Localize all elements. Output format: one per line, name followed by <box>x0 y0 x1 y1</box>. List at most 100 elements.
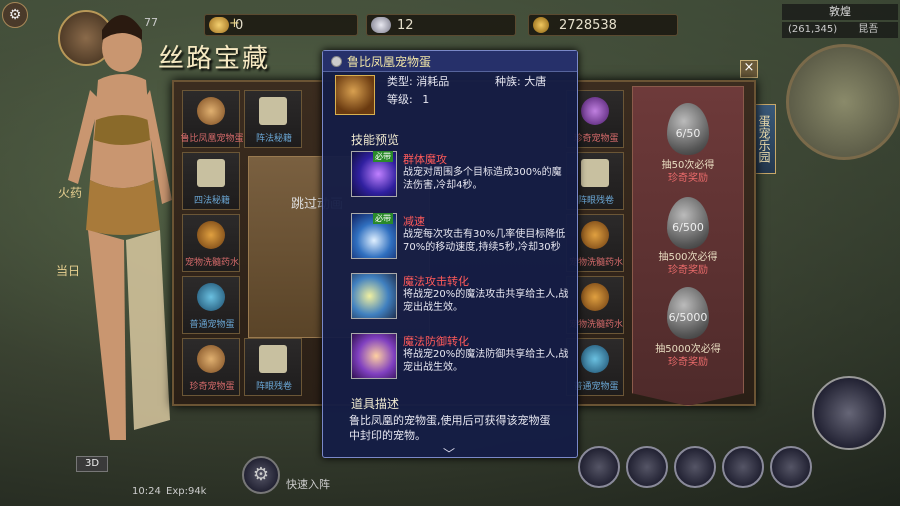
tier-count: 6/500 <box>672 221 704 234</box>
egg-item-icon <box>197 345 225 373</box>
potion-item-icon <box>197 221 225 249</box>
item-slot-label: 四法秘籍 <box>193 196 230 206</box>
tier-line1: 抽5000次必得 <box>655 344 721 355</box>
attack-button[interactable] <box>812 376 886 450</box>
skill-name: 魔法防御转化 <box>403 335 469 348</box>
item-slot[interactable]: 珍奇宠物蛋 <box>182 338 240 396</box>
skill-desc: 战宠每次攻击有30%几率使目标降低70%的移动速度,持续5秒,冷却30秒 <box>403 229 566 253</box>
item-slot[interactable]: 普通宠物蛋 <box>182 276 240 334</box>
magic-attack-transfer-icon <box>351 273 397 319</box>
tier-line2: 珍奇奖励 <box>668 357 708 368</box>
pet-park-tab-label: 蛋宠乐园 <box>757 115 771 163</box>
gold-ingot-icon <box>209 17 229 33</box>
item-type: 类型: 消耗品 <box>387 73 449 89</box>
tooltip-header: 鲁比凤凰宠物蛋 <box>323 51 577 72</box>
settings-gear-icon[interactable]: ⚙ <box>242 456 280 494</box>
tier-count: 6/5000 <box>668 311 708 324</box>
item-slot[interactable]: 宠物洗髓药水 <box>182 214 240 272</box>
item-name: 鲁比凤凰宠物蛋 <box>347 55 432 69</box>
skill-name: 减速 <box>403 215 425 228</box>
item-slot[interactable]: 阵眼残卷 <box>244 338 302 396</box>
zone-name-bar: 敦煌 <box>782 4 898 20</box>
egg-item-icon <box>581 345 609 373</box>
tier-line2: 珍奇奖励 <box>668 265 708 276</box>
skill-name: 魔法攻击转化 <box>403 275 469 288</box>
level-value: 1 <box>422 93 430 106</box>
gold-ingot-counter: + 0 <box>204 14 358 36</box>
skill-name: 群体魔攻 <box>403 153 447 166</box>
item-slot-label: 阵法秘籍 <box>255 134 292 144</box>
chevron-down-icon[interactable]: ﹀ <box>443 445 455 462</box>
close-button[interactable]: × <box>740 60 758 78</box>
item-slot[interactable]: 鲁比凤凰宠物蛋 <box>180 90 244 148</box>
item-slot-label: 普通宠物蛋 <box>189 320 235 330</box>
coords: (261,345) <box>788 24 838 35</box>
item-slot[interactable]: 四法秘籍 <box>182 152 240 210</box>
potion-item-icon <box>581 283 609 311</box>
skill-desc: 将战宠20%的魔法攻击共享给主人,战宠出战生效。 <box>403 289 569 313</box>
coin-counter: 2728538 <box>528 14 678 36</box>
silver-ingot-counter: 12 <box>366 14 516 36</box>
item-icon <box>335 75 375 115</box>
zone-name: 敦煌 <box>829 5 851 18</box>
skill-section-title: 技能预览 <box>351 133 400 147</box>
coords-bar: (261,345) 昆吾 <box>782 22 898 38</box>
item-slot-label: 鲁比凤凰宠物蛋 <box>180 134 244 144</box>
item-description: 鲁比凤凰的宠物蛋,使用后可获得该宠物蛋中封印的宠物。 <box>349 414 551 442</box>
skill-button-fist-icon[interactable] <box>770 446 812 488</box>
skill-button-wheel-icon[interactable] <box>626 446 668 488</box>
panel-title-art: 丝路宝藏 <box>158 44 271 74</box>
tier-line1: 抽50次必得 <box>661 160 715 171</box>
tier-count: 6/50 <box>675 127 701 140</box>
silver-ingot-icon <box>371 17 391 33</box>
item-slot[interactable]: 阵法秘籍 <box>244 90 302 148</box>
egg-item-icon <box>581 97 609 125</box>
egg-item-icon <box>197 97 225 125</box>
skill-badge: 必带 <box>373 151 393 162</box>
close-icon: × <box>743 60 755 75</box>
level-label: 等级: <box>387 93 413 106</box>
exp-readout: Exp:94k <box>166 486 207 497</box>
clock: 10:24 <box>132 486 161 497</box>
magic-defense-transfer-icon <box>351 333 397 379</box>
skill-button-claw-icon[interactable] <box>722 446 764 488</box>
potion-item-icon <box>581 221 609 249</box>
minimap[interactable] <box>786 44 900 160</box>
type-value: 消耗品 <box>416 75 450 88</box>
tier-text: 抽5000次必得 珍奇奖励 <box>633 343 743 369</box>
add-gold-button[interactable]: + <box>229 13 240 35</box>
tier-line1: 抽500次必得 <box>658 252 718 263</box>
guarantee-banner: 6/50 抽50次必得 珍奇奖励 6/500 抽500次必得 珍奇奖励 6/50… <box>632 86 744 406</box>
race-label: 种族: <box>495 75 521 88</box>
chat-tab[interactable]: 快速入阵 <box>286 476 330 492</box>
type-label: 类型: <box>387 75 413 88</box>
item-slot-label: 宠物洗髓药水 <box>184 258 239 268</box>
tier-line2: 珍奇奖励 <box>668 173 708 184</box>
description-section-title: 道具描述 <box>351 397 400 411</box>
fire-label: 火药 <box>58 186 83 200</box>
skill-desc: 将战宠20%的魔法防御共享给主人,战宠出战生效。 <box>403 349 569 373</box>
tier-text: 抽500次必得 珍奇奖励 <box>633 251 743 277</box>
today-label: 当日 <box>56 264 81 278</box>
skill-desc: 战宠对周围多个目标造成300%的魔法伤害,冷却4秒。 <box>403 167 562 191</box>
tier-text: 抽50次必得 珍奇奖励 <box>633 159 743 185</box>
item-slot-label: 阵眼残卷 <box>255 382 292 392</box>
egg-item-icon <box>197 283 225 311</box>
silver-ingot-value: 12 <box>397 18 414 33</box>
item-race: 种族: 大唐 <box>495 73 546 89</box>
coin-value: 2728538 <box>559 18 617 33</box>
item-slot-label: 珍奇宠物蛋 <box>189 382 235 392</box>
coin-icon <box>533 17 549 33</box>
scroll-item-icon <box>259 345 287 373</box>
item-tooltip: 鲁比凤凰宠物蛋 类型: 消耗品 种族: 大唐 等级: 1 技能预览 必带 群体魔… <box>322 50 578 461</box>
channel-badge[interactable]: 3D <box>76 456 108 472</box>
skill-button-sword-icon[interactable] <box>578 446 620 488</box>
item-level: 等级: 1 <box>387 91 429 107</box>
skill-badge: 必带 <box>373 213 393 224</box>
item-bullet-icon <box>331 56 342 67</box>
skill-button-blade-icon[interactable] <box>674 446 716 488</box>
scroll-item-icon <box>581 159 609 187</box>
map-label: 昆吾 <box>858 24 879 35</box>
race-value: 大唐 <box>524 75 547 88</box>
gear-icon[interactable]: ⚙ <box>2 2 28 28</box>
